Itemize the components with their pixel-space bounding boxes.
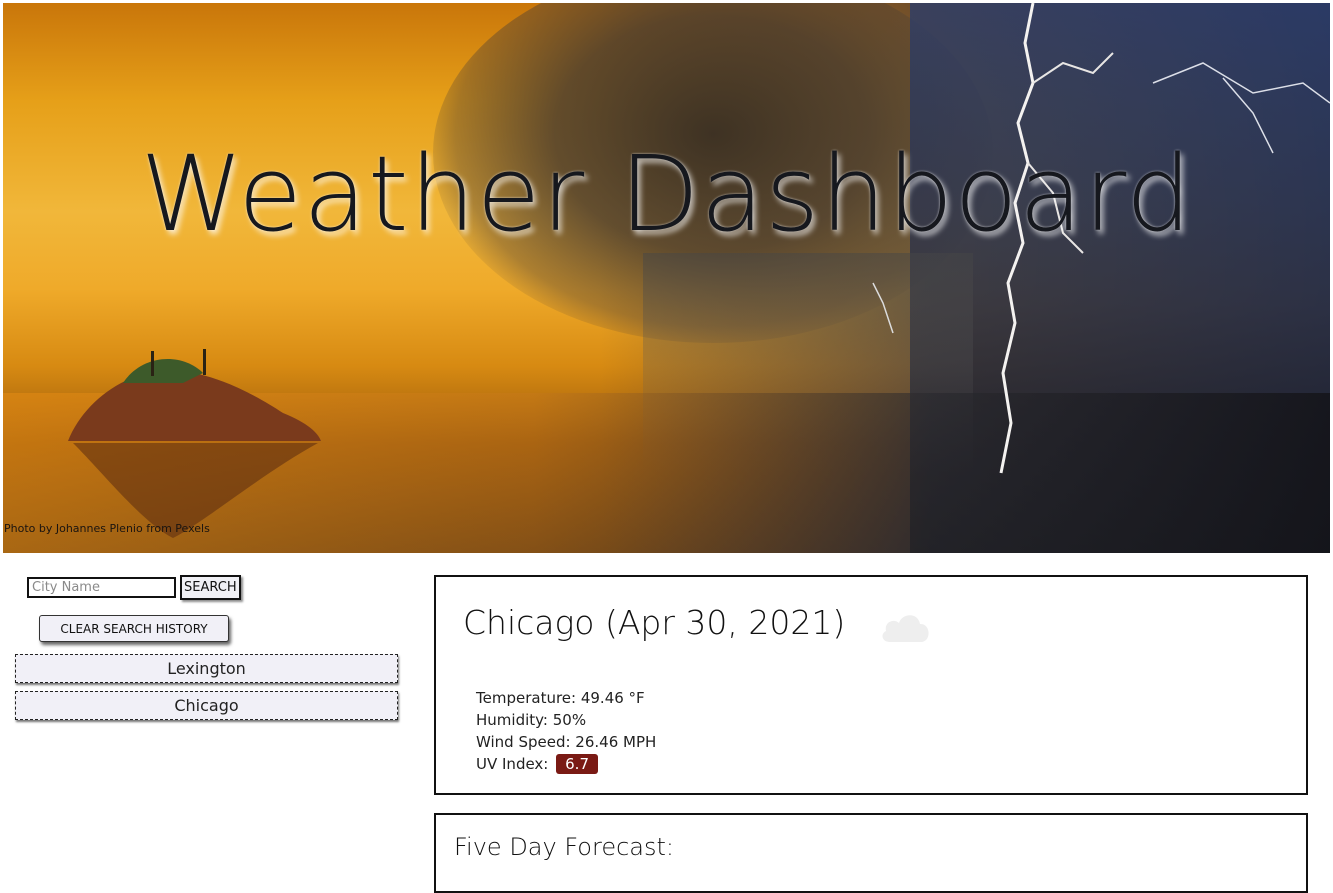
page-title: Weather Dashboard xyxy=(140,133,1193,255)
hero-banner: Weather Dashboard Photo by Johannes Plen… xyxy=(3,3,1330,553)
clear-search-history-button[interactable]: CLEAR SEARCH HISTORY xyxy=(39,615,229,642)
current-weather-card: Chicago (Apr 30, 2021) Temperature: 49.4… xyxy=(434,575,1308,795)
humidity-text: Humidity: 50% xyxy=(476,711,587,729)
uv-index-row: UV Index: 6.7 xyxy=(476,753,656,775)
wind-speed-text: Wind Speed: 26.46 MPH xyxy=(476,733,657,751)
uv-index-label: UV Index: xyxy=(476,755,549,773)
forecast-title: Five Day Forecast: xyxy=(454,833,674,861)
uv-index-badge: 6.7 xyxy=(556,754,598,774)
search-bar: SEARCH xyxy=(27,575,241,600)
current-city-title: Chicago (Apr 30, 2021) xyxy=(463,603,846,642)
history-item-lexington[interactable]: Lexington xyxy=(15,654,398,683)
photo-credit: Photo by Johannes Plenio from Pexels xyxy=(4,522,210,535)
island-graphic xyxy=(68,349,321,538)
search-button[interactable]: SEARCH xyxy=(180,575,241,600)
five-day-forecast-card: Five Day Forecast: xyxy=(434,813,1308,893)
temperature-text: Temperature: 49.46 °F xyxy=(476,689,645,707)
current-weather-stats: Temperature: 49.46 °F Humidity: 50% Wind… xyxy=(476,687,656,775)
history-item-chicago[interactable]: Chicago xyxy=(15,691,398,720)
search-history-list: Lexington Chicago xyxy=(15,654,398,728)
city-search-input[interactable] xyxy=(27,577,176,598)
cloud-icon xyxy=(882,615,929,642)
